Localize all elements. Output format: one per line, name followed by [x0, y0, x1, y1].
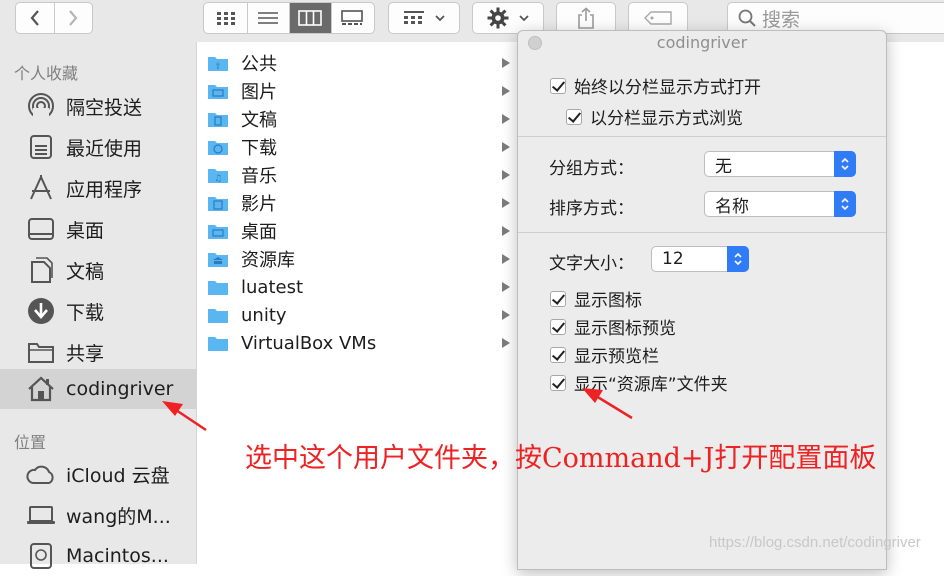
watermark: https://blog.csdn.net/codingriver — [709, 534, 921, 551]
arrow-to-sidebar-item — [162, 401, 207, 432]
annotation-arrows — [162, 388, 633, 432]
arrow-to-library-option — [582, 388, 633, 420]
annotation-text: 选中这个用户文件夹，按Command+J打开配置面板 — [245, 443, 877, 474]
